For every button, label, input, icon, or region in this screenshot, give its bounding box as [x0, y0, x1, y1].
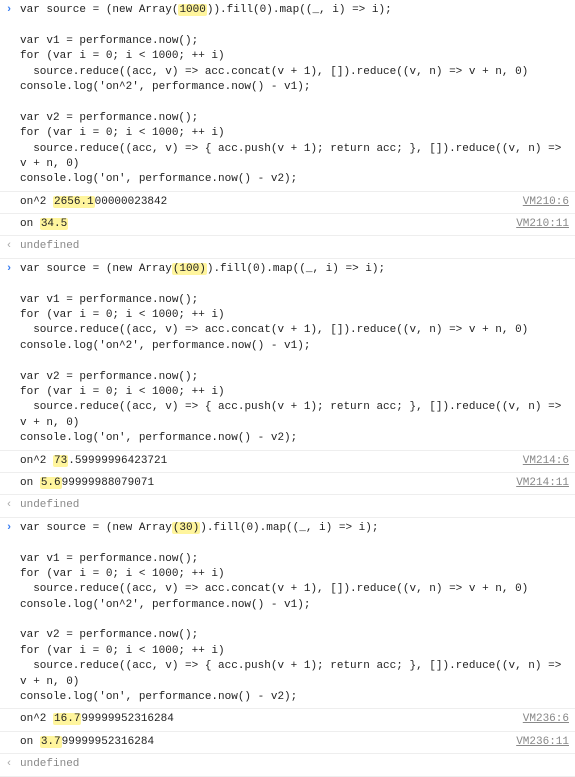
- source-link[interactable]: VM236:11: [512, 735, 569, 750]
- return-icon: [0, 238, 18, 254]
- source-link[interactable]: VM214:6: [519, 454, 569, 469]
- return-icon: [0, 497, 18, 513]
- source-link[interactable]: VM236:6: [519, 712, 569, 727]
- code-input[interactable]: var source = (new Array(30)).fill(0).map…: [18, 520, 571, 707]
- return-icon: [0, 194, 18, 195]
- return-icon: [0, 453, 18, 454]
- code-input[interactable]: var source = (new Array(1000)).fill(0).m…: [18, 2, 571, 189]
- log-output-on2: on^2 16.799999952316284: [18, 711, 571, 728]
- source-link[interactable]: VM210:6: [519, 195, 569, 210]
- log-output-on2: on^2 73.59999996423721: [18, 453, 571, 470]
- source-link[interactable]: VM214:11: [512, 476, 569, 491]
- return-value: undefined: [18, 497, 571, 514]
- log-output-on2: on^2 2656.100000023842: [18, 194, 571, 211]
- code-input[interactable]: var source = (new Array(100)).fill(0).ma…: [18, 261, 571, 448]
- prompt-icon: [0, 261, 18, 277]
- return-icon: [0, 734, 18, 735]
- return-icon: [0, 756, 18, 772]
- log-output-on: on 34.5: [18, 216, 571, 233]
- source-link[interactable]: VM210:11: [512, 217, 569, 232]
- log-output-on: on 5.699999988079071: [18, 475, 571, 492]
- return-value: undefined: [18, 238, 571, 255]
- prompt-icon: [0, 520, 18, 536]
- return-icon: [0, 475, 18, 476]
- return-value: undefined: [18, 756, 571, 773]
- prompt-icon: [0, 2, 18, 18]
- return-icon: [0, 711, 18, 712]
- log-output-on: on 3.799999952316284: [18, 734, 571, 751]
- return-icon: [0, 216, 18, 217]
